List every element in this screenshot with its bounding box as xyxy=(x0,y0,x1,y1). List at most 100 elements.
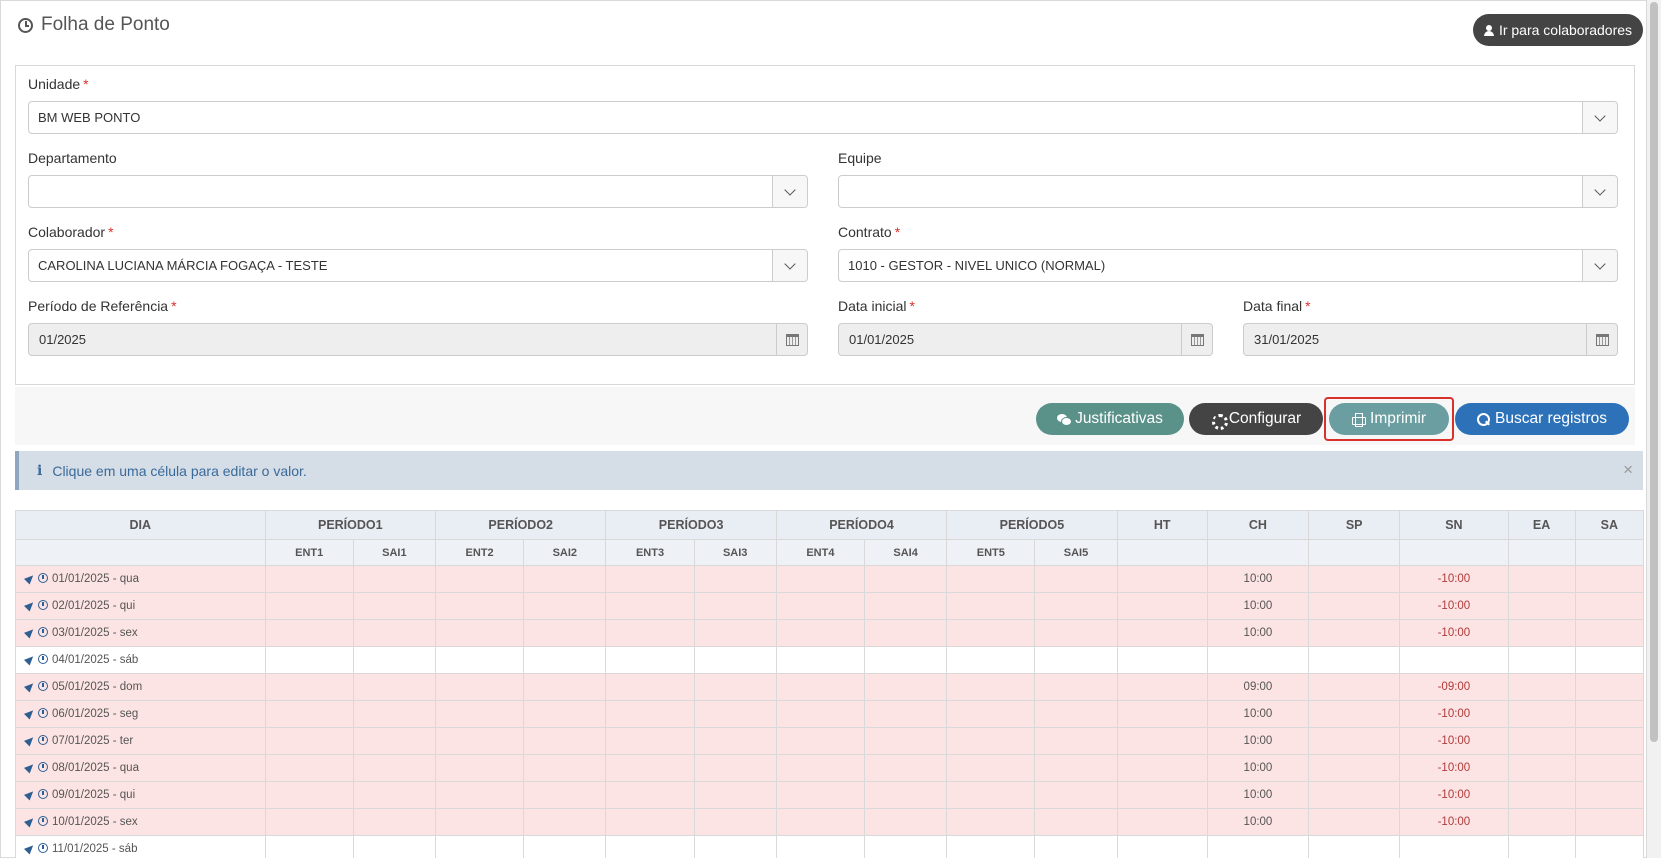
ht-cell[interactable] xyxy=(1116,727,1208,755)
ch-cell[interactable] xyxy=(1206,646,1310,674)
ht-cell[interactable] xyxy=(1116,835,1208,858)
time-cell[interactable] xyxy=(352,835,437,858)
time-cell[interactable] xyxy=(434,619,525,647)
ea-cell[interactable] xyxy=(1507,619,1576,647)
clock-icon[interactable] xyxy=(38,708,48,718)
time-cell[interactable] xyxy=(352,808,437,836)
time-cell[interactable] xyxy=(864,727,948,755)
time-cell[interactable] xyxy=(946,619,1036,647)
sp-cell[interactable] xyxy=(1308,646,1401,674)
location-arrow-icon[interactable] xyxy=(23,572,37,585)
ea-cell[interactable] xyxy=(1507,727,1576,755)
ht-cell[interactable] xyxy=(1116,781,1208,809)
time-cell[interactable] xyxy=(775,619,866,647)
time-cell[interactable] xyxy=(523,754,607,782)
time-cell[interactable] xyxy=(775,673,866,701)
sp-cell[interactable] xyxy=(1308,592,1401,620)
ht-cell[interactable] xyxy=(1116,565,1208,593)
ht-cell[interactable] xyxy=(1116,700,1208,728)
time-cell[interactable] xyxy=(523,619,607,647)
time-cell[interactable] xyxy=(605,673,695,701)
ht-cell[interactable] xyxy=(1116,808,1208,836)
time-cell[interactable] xyxy=(352,619,437,647)
ch-cell[interactable]: 09:00 xyxy=(1206,673,1310,701)
time-cell[interactable] xyxy=(264,754,354,782)
time-cell[interactable] xyxy=(864,835,948,858)
scrollbar-thumb[interactable] xyxy=(1650,2,1658,742)
day-cell[interactable]: 08/01/2025 - qua xyxy=(15,754,266,782)
time-cell[interactable] xyxy=(946,808,1036,836)
sa-cell[interactable] xyxy=(1574,754,1645,782)
equipe-select[interactable] xyxy=(838,175,1618,208)
sa-cell[interactable] xyxy=(1574,592,1645,620)
configurar-button[interactable]: Configurar xyxy=(1189,403,1323,435)
clock-icon[interactable] xyxy=(38,735,48,745)
day-cell[interactable]: 11/01/2025 - sáb xyxy=(15,835,266,858)
sn-cell[interactable]: -10:00 xyxy=(1399,754,1509,782)
ea-cell[interactable] xyxy=(1507,646,1576,674)
time-cell[interactable] xyxy=(605,592,695,620)
ch-cell[interactable]: 10:00 xyxy=(1206,700,1310,728)
time-cell[interactable] xyxy=(434,565,525,593)
sp-cell[interactable] xyxy=(1308,808,1401,836)
ch-cell[interactable]: 10:00 xyxy=(1206,754,1310,782)
time-cell[interactable] xyxy=(775,592,866,620)
ch-cell[interactable] xyxy=(1206,835,1310,858)
time-cell[interactable] xyxy=(775,808,866,836)
time-cell[interactable] xyxy=(693,673,777,701)
location-arrow-icon[interactable] xyxy=(23,707,37,720)
time-cell[interactable] xyxy=(264,565,354,593)
unidade-select[interactable]: BM WEB PONTO xyxy=(28,101,1618,134)
ch-cell[interactable]: 10:00 xyxy=(1206,565,1310,593)
time-cell[interactable] xyxy=(523,835,607,858)
ht-cell[interactable] xyxy=(1116,592,1208,620)
time-cell[interactable] xyxy=(946,565,1036,593)
ea-cell[interactable] xyxy=(1507,700,1576,728)
clock-icon[interactable] xyxy=(38,600,48,610)
data-inicial-calendar-button[interactable] xyxy=(1181,324,1212,355)
time-cell[interactable] xyxy=(775,835,866,858)
time-cell[interactable] xyxy=(352,781,437,809)
sn-cell[interactable]: -10:00 xyxy=(1399,565,1509,593)
time-cell[interactable] xyxy=(1034,700,1118,728)
time-cell[interactable] xyxy=(264,592,354,620)
ea-cell[interactable] xyxy=(1507,754,1576,782)
time-cell[interactable] xyxy=(523,700,607,728)
ch-cell[interactable]: 10:00 xyxy=(1206,727,1310,755)
ht-cell[interactable] xyxy=(1116,673,1208,701)
time-cell[interactable] xyxy=(864,700,948,728)
time-cell[interactable] xyxy=(1034,619,1118,647)
data-inicial-input[interactable]: 01/01/2025 xyxy=(838,323,1213,356)
equipe-dropdown-toggle[interactable] xyxy=(1582,176,1617,207)
time-cell[interactable] xyxy=(946,727,1036,755)
ea-cell[interactable] xyxy=(1507,835,1576,858)
sn-cell[interactable]: -10:00 xyxy=(1399,727,1509,755)
time-cell[interactable] xyxy=(1034,565,1118,593)
sa-cell[interactable] xyxy=(1574,646,1645,674)
ch-cell[interactable]: 10:00 xyxy=(1206,619,1310,647)
data-final-calendar-button[interactable] xyxy=(1586,324,1617,355)
time-cell[interactable] xyxy=(1034,835,1118,858)
time-cell[interactable] xyxy=(434,808,525,836)
location-arrow-icon[interactable] xyxy=(23,599,37,612)
periodo-input[interactable]: 01/2025 xyxy=(28,323,808,356)
sp-cell[interactable] xyxy=(1308,727,1401,755)
clock-icon[interactable] xyxy=(38,627,48,637)
time-cell[interactable] xyxy=(352,700,437,728)
time-cell[interactable] xyxy=(1034,727,1118,755)
location-arrow-icon[interactable] xyxy=(23,626,37,639)
time-cell[interactable] xyxy=(523,565,607,593)
day-cell[interactable]: 09/01/2025 - qui xyxy=(15,781,266,809)
sa-cell[interactable] xyxy=(1574,835,1645,858)
sa-cell[interactable] xyxy=(1574,565,1645,593)
sp-cell[interactable] xyxy=(1308,700,1401,728)
time-cell[interactable] xyxy=(264,673,354,701)
time-cell[interactable] xyxy=(264,835,354,858)
time-cell[interactable] xyxy=(352,727,437,755)
day-cell[interactable]: 02/01/2025 - qui xyxy=(15,592,266,620)
ea-cell[interactable] xyxy=(1507,808,1576,836)
day-cell[interactable]: 07/01/2025 - ter xyxy=(15,727,266,755)
time-cell[interactable] xyxy=(864,646,948,674)
time-cell[interactable] xyxy=(1034,781,1118,809)
time-cell[interactable] xyxy=(946,835,1036,858)
